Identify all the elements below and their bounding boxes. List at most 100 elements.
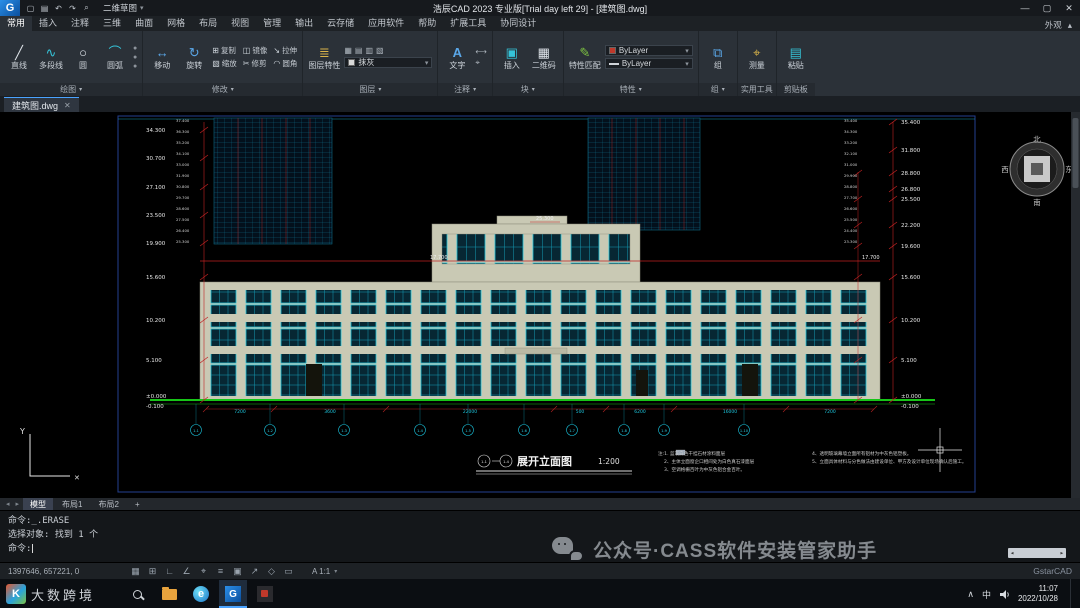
panel-caption-draw[interactable]: 绘图 ▾ (0, 83, 143, 96)
tab-annotate[interactable]: 注释 (64, 15, 96, 31)
scroll-left-icon[interactable]: ◂ (1010, 546, 1014, 560)
panel-caption-block[interactable]: 块 ▾ (492, 83, 563, 96)
dimension-icon[interactable]: ⟷ (475, 47, 486, 56)
tray-expand-icon[interactable]: ∧ (967, 589, 974, 600)
tab-view[interactable]: 视图 (224, 15, 256, 31)
trim-tool[interactable]: ✂ 修剪 (243, 58, 268, 69)
rotate-tool[interactable]: ↻ 旋转 (180, 45, 208, 70)
tab-collab[interactable]: 协同设计 (493, 15, 543, 31)
scrollbar-thumb[interactable] (1072, 118, 1079, 188)
qrcode-tool[interactable]: ▦ 二维码 (530, 45, 558, 70)
tab-layout[interactable]: 布局 (192, 15, 224, 31)
otrack-toggle-icon[interactable]: ≡ (213, 566, 228, 576)
arc-tool[interactable]: ⌒ 圆弧 (101, 45, 129, 70)
tab-scroll-right-icon[interactable]: ▸ (14, 500, 22, 508)
appearance-button[interactable]: 外观 (1045, 19, 1062, 31)
layout1-tab[interactable]: 布局1 (55, 498, 89, 510)
leader-icon[interactable]: ⌖ (475, 58, 480, 68)
volume-icon[interactable] (999, 589, 1010, 600)
ortho-toggle-icon[interactable]: ∟ (162, 566, 177, 576)
layer-state-icon-3[interactable]: ▥ (365, 46, 373, 55)
add-layout-button[interactable]: + (128, 498, 147, 510)
tab-output[interactable]: 输出 (288, 15, 320, 31)
current-layer-select[interactable]: 抹灰 ▾ (344, 57, 433, 68)
panel-caption-utilities[interactable]: 实用工具 (737, 83, 776, 96)
measure-tool[interactable]: ⌖ 测量 (743, 45, 771, 70)
tab-surface[interactable]: 曲面 (128, 15, 160, 31)
search-button[interactable] (123, 580, 151, 608)
selection-cycling-icon[interactable]: ▭ (281, 566, 296, 577)
gstarcad-taskbar-button[interactable]: G (219, 580, 248, 608)
close-doc-icon[interactable]: ✕ (64, 101, 71, 110)
panel-caption-clipboard[interactable]: 剪贴板 (776, 83, 815, 96)
layer-state-icon-2[interactable]: ▤ (355, 46, 363, 55)
tab-mesh[interactable]: 网格 (160, 15, 192, 31)
close-button[interactable]: ✕ (1058, 3, 1080, 14)
panel-caption-properties[interactable]: 特性 ▾ (563, 83, 698, 96)
copy-tool[interactable]: ⊞ 复制 (212, 45, 237, 56)
compass-north-label[interactable]: 北 (1033, 135, 1041, 144)
layer-state-icon-1[interactable]: ▦ (344, 46, 352, 55)
mirror-tool[interactable]: ◫ 镜像 (243, 45, 268, 56)
snap-toggle-icon[interactable]: ⊞ (145, 566, 160, 577)
color-select[interactable]: ByLayer ▾ (604, 45, 693, 56)
command-prompt-line[interactable]: 命令: (8, 542, 1072, 556)
circle-tool[interactable]: ○ 圆 (69, 45, 97, 70)
dyninput-toggle-icon[interactable]: ▣ (230, 566, 245, 577)
polar-toggle-icon[interactable]: ∠ (179, 566, 194, 577)
app-button[interactable] (251, 580, 279, 608)
drawing-area[interactable]: 34.300 30.700 27.100 23.500 19.900 15.60… (0, 112, 1080, 498)
find-icon[interactable]: ⌕ (80, 3, 93, 13)
grid-toggle-icon[interactable]: ▦ (128, 566, 143, 577)
tab-insert[interactable]: 插入 (32, 15, 64, 31)
tab-manage[interactable]: 管理 (256, 15, 288, 31)
layer-state-icon-4[interactable]: ▧ (376, 46, 384, 55)
language-indicator[interactable]: 中 (982, 588, 991, 601)
tab-3d[interactable]: 三维 (96, 15, 128, 31)
undo-icon[interactable]: ↶ (52, 4, 65, 13)
match-properties-tool[interactable]: ✎ 特性匹配 (569, 45, 601, 70)
tab-cloud[interactable]: 云存储 (320, 15, 361, 31)
app-logo-icon[interactable]: G (0, 0, 20, 16)
workspace-selector[interactable]: 二维草图 ▾ (99, 2, 148, 14)
tab-home[interactable]: 常用 (0, 15, 33, 31)
command-scrollbar[interactable]: ◂ ▸ (1008, 548, 1066, 558)
group-tool[interactable]: ⧉ 组 (704, 45, 732, 70)
layout2-tab[interactable]: 布局2 (91, 498, 125, 510)
text-tool[interactable]: A 文字 (443, 45, 471, 70)
open-file-icon[interactable]: ▤ (38, 4, 51, 13)
compass-south-label[interactable]: 南 (1033, 197, 1041, 207)
tab-express[interactable]: 扩展工具 (443, 15, 493, 31)
document-tab[interactable]: 建筑图.dwg ✕ (4, 97, 79, 112)
command-line[interactable]: 命令:_.ERASE 选择对象: 找到 1 个 命令: ◂ ▸ (0, 510, 1080, 562)
model-tab[interactable]: 模型 (23, 498, 54, 510)
annotation-scale-control[interactable]: A 1:1 (312, 567, 330, 576)
panel-caption-modify[interactable]: 修改 ▾ (143, 83, 303, 96)
scale-tool[interactable]: ▧ 缩放 (212, 58, 237, 69)
lineweight-toggle-icon[interactable]: ↗ (247, 566, 262, 577)
scroll-right-icon[interactable]: ▸ (1060, 546, 1064, 560)
layer-properties-tool[interactable]: ≣ 图层特性 (308, 45, 340, 70)
restore-button[interactable]: ▢ (1036, 3, 1058, 14)
move-tool[interactable]: ↔ 移动 (148, 45, 176, 70)
panel-caption-layer[interactable]: 图层 ▾ (303, 83, 438, 96)
file-explorer-button[interactable] (155, 580, 183, 608)
insert-block-tool[interactable]: ▣ 插入 (498, 45, 526, 70)
panel-caption-annotate[interactable]: 注释 ▾ (438, 83, 492, 96)
drawing-canvas[interactable]: 34.300 30.700 27.100 23.500 19.900 15.60… (0, 112, 1080, 498)
fillet-tool[interactable]: ◠ 圆角 (273, 58, 297, 69)
paste-tool[interactable]: ▤ 粘贴 (782, 45, 810, 70)
stretch-tool[interactable]: ↘ 拉伸 (273, 45, 297, 56)
clock[interactable]: 11:07 2022/10/28 (1018, 584, 1058, 604)
edge-button[interactable]: e (187, 580, 215, 608)
tab-help[interactable]: 帮助 (411, 15, 443, 31)
polyline-tool[interactable]: ∿ 多段线 (37, 45, 65, 70)
tab-apps[interactable]: 应用软件 (361, 15, 411, 31)
lineweight-select[interactable]: ByLayer ▾ (604, 58, 693, 69)
tab-scroll-left-icon[interactable]: ◂ (4, 500, 12, 508)
new-file-icon[interactable]: ▢ (24, 4, 37, 13)
line-tool[interactable]: ╱ 直线 (5, 45, 33, 70)
vertical-scrollbar[interactable] (1071, 112, 1080, 498)
compass-west-label[interactable]: 西 (1001, 165, 1009, 174)
ribbon-collapse-icon[interactable]: ▴ (1068, 20, 1072, 31)
